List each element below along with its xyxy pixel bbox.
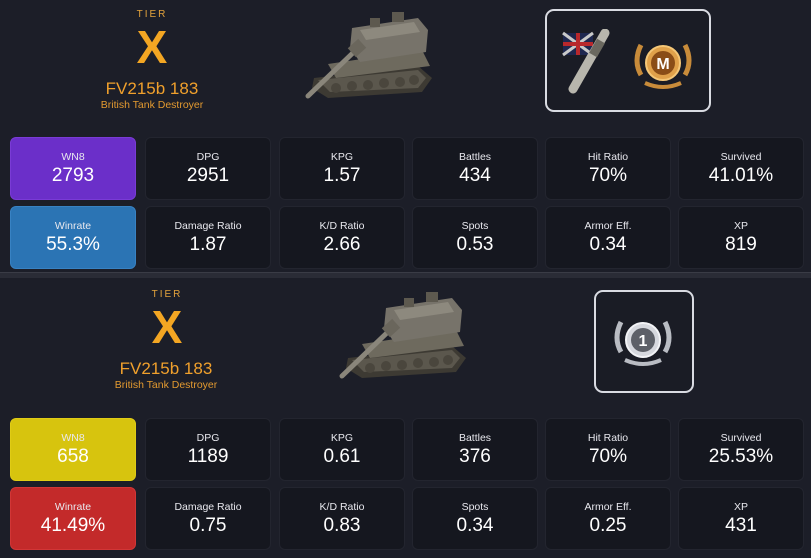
stat-label: Survived xyxy=(720,151,762,163)
stat-label: Battles xyxy=(458,151,492,163)
stat-wn8: WN8 658 xyxy=(10,418,136,481)
awards-box: M xyxy=(545,9,711,112)
tank-name: FV215b 183 xyxy=(105,79,199,98)
mastery-class-text: 1 xyxy=(639,333,648,350)
stat-label: DPG xyxy=(196,151,220,163)
tank-card-2: TIER X FV215b 183 British Tank Destroyer… xyxy=(0,278,811,558)
stat-value: 0.61 xyxy=(323,446,361,467)
stat-winrate: Winrate 41.49% xyxy=(10,487,136,550)
stat-value: 434 xyxy=(459,165,491,186)
stat-label: K/D Ratio xyxy=(319,220,365,232)
stat-kpg: KPG 1.57 xyxy=(279,137,405,200)
stat-value: 0.53 xyxy=(456,234,494,255)
stat-label: Damage Ratio xyxy=(174,501,242,513)
mastery-class-1-badge-icon: 1 xyxy=(614,320,672,366)
stat-value: 0.34 xyxy=(589,234,627,255)
stat-label: Winrate xyxy=(54,501,92,513)
stat-xp: XP 431 xyxy=(678,487,804,550)
stat-label: Winrate xyxy=(54,220,92,232)
stat-label: Armor Eff. xyxy=(584,501,632,513)
awards-box: 1 xyxy=(594,290,694,393)
stat-battles: Battles 376 xyxy=(412,418,538,481)
stat-value: 1.57 xyxy=(323,165,361,186)
stat-value: 41.49% xyxy=(40,515,106,536)
stat-label: Spots xyxy=(461,501,489,513)
stat-xp: XP 819 xyxy=(678,206,804,269)
stat-damage-ratio: Damage Ratio 1.87 xyxy=(145,206,271,269)
uk-flag-shell-icon xyxy=(562,29,610,94)
stat-label: Damage Ratio xyxy=(174,220,242,232)
stat-value: 70% xyxy=(588,165,628,186)
stat-wn8: WN8 2793 xyxy=(10,137,136,200)
stat-damage-ratio: Damage Ratio 0.75 xyxy=(145,487,271,550)
stat-value: 0.83 xyxy=(323,515,361,536)
stat-dpg: DPG 1189 xyxy=(145,418,271,481)
stat-value: 431 xyxy=(725,515,757,536)
stat-value: 658 xyxy=(57,446,89,467)
stat-value: 819 xyxy=(725,234,757,255)
stat-label: Spots xyxy=(461,220,489,232)
stat-armor-eff: Armor Eff. 0.34 xyxy=(545,206,671,269)
stat-label: Armor Eff. xyxy=(584,220,632,232)
stat-value: 2.66 xyxy=(323,234,361,255)
stat-value: 41.01% xyxy=(708,165,774,186)
stat-label: WN8 xyxy=(61,151,85,163)
stat-hit-ratio: Hit Ratio 70% xyxy=(545,418,671,481)
stat-kpg: KPG 0.61 xyxy=(279,418,405,481)
stat-value: 0.34 xyxy=(456,515,494,536)
tank-image xyxy=(339,292,466,379)
stat-label: Survived xyxy=(720,432,762,444)
stat-label: K/D Ratio xyxy=(319,501,365,513)
stat-survived: Survived 41.01% xyxy=(678,137,804,200)
stat-label: WN8 xyxy=(61,432,85,444)
stat-label: KPG xyxy=(330,151,354,163)
tier-value: X xyxy=(136,21,168,73)
tank-class: British Tank Destroyer xyxy=(100,99,204,111)
tier-value: X xyxy=(151,301,183,353)
stat-value: 1189 xyxy=(187,446,229,467)
stat-label: DPG xyxy=(196,432,220,444)
stat-label: Hit Ratio xyxy=(587,151,629,163)
stat-value: 1.87 xyxy=(189,234,227,255)
stat-kd-ratio: K/D Ratio 2.66 xyxy=(279,206,405,269)
stat-value: 70% xyxy=(588,446,628,467)
stat-value: 0.25 xyxy=(589,515,627,536)
stat-kd-ratio: K/D Ratio 0.83 xyxy=(279,487,405,550)
stat-label: Battles xyxy=(458,432,492,444)
stat-armor-eff: Armor Eff. 0.25 xyxy=(545,487,671,550)
tank-name: FV215b 183 xyxy=(119,359,213,378)
tier-label: TIER xyxy=(151,289,183,300)
stat-dpg: DPG 2951 xyxy=(145,137,271,200)
stat-value: 55.3% xyxy=(46,234,100,255)
stat-battles: Battles 434 xyxy=(412,137,538,200)
stat-value: 2793 xyxy=(51,165,95,186)
stat-winrate: Winrate 55.3% xyxy=(10,206,136,269)
stat-survived: Survived 25.53% xyxy=(678,418,804,481)
mastery-m-badge-icon: M xyxy=(634,43,692,89)
mastery-m-text: M xyxy=(656,56,669,73)
stat-label: XP xyxy=(733,220,748,232)
tank-class: British Tank Destroyer xyxy=(114,379,218,391)
tier-label: TIER xyxy=(136,9,168,20)
stat-spots: Spots 0.34 xyxy=(412,487,538,550)
stat-value: 376 xyxy=(459,446,491,467)
stat-label: KPG xyxy=(330,432,354,444)
stat-value: 2951 xyxy=(186,165,230,186)
stat-spots: Spots 0.53 xyxy=(412,206,538,269)
tank-card-1: TIER X FV215b 183 British Tank Destroyer xyxy=(0,0,811,272)
stat-hit-ratio: Hit Ratio 70% xyxy=(545,137,671,200)
stat-label: Hit Ratio xyxy=(587,432,629,444)
stat-value: 25.53% xyxy=(708,446,774,467)
stat-value: 0.75 xyxy=(189,515,227,536)
stat-label: XP xyxy=(733,501,748,513)
tank-image xyxy=(305,12,432,99)
